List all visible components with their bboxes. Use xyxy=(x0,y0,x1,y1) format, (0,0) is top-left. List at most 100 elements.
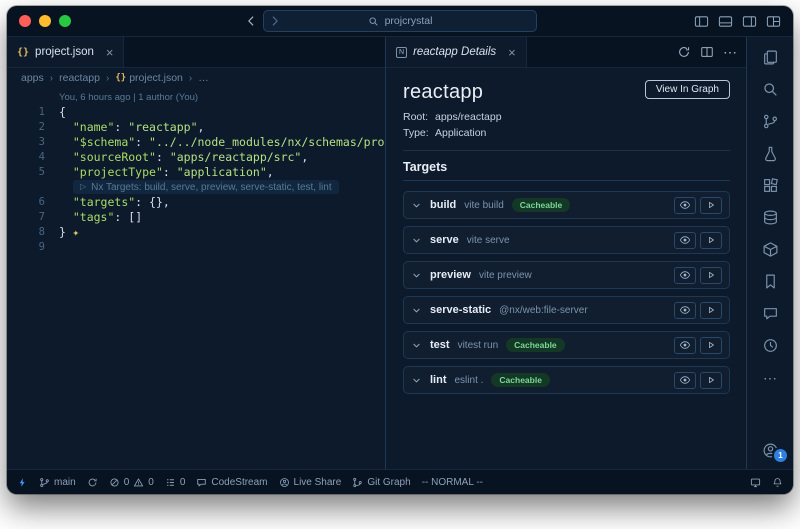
command-center-search[interactable]: projcrystal xyxy=(263,10,537,32)
reveal-target-button[interactable] xyxy=(674,337,696,354)
reveal-target-button[interactable] xyxy=(674,372,696,389)
line-number: 4 xyxy=(15,150,45,165)
target-row-lint[interactable]: linteslint .Cacheable xyxy=(403,366,730,394)
target-row-build[interactable]: buildvite buildCacheable xyxy=(403,191,730,219)
todo-count: 0 xyxy=(180,477,186,488)
source-control-icon[interactable] xyxy=(757,111,783,132)
codelens-blame[interactable]: You, 6 hours ago | 1 author (You) xyxy=(59,91,385,105)
view-in-graph-button[interactable]: View In Graph xyxy=(645,80,730,99)
code-editor[interactable]: You, 6 hours ago | 1 author (You)1{2 "na… xyxy=(7,88,385,469)
toggle-panel-icon[interactable] xyxy=(718,14,733,29)
customize-layout-icon[interactable] xyxy=(766,14,781,29)
split-editor-icon[interactable] xyxy=(700,45,714,59)
hint-text: Nx Targets: build, serve, preview, serve… xyxy=(91,180,331,195)
tab-project-json[interactable]: {} project.json × xyxy=(7,37,124,67)
code-token: "application" xyxy=(177,165,267,179)
run-target-button[interactable] xyxy=(700,302,722,319)
run-target-button[interactable] xyxy=(700,372,722,389)
toggle-secondary-sidebar-icon[interactable] xyxy=(742,14,757,29)
test-flask-icon[interactable] xyxy=(757,143,783,164)
chevron-down-icon[interactable] xyxy=(411,340,422,351)
run-target-button[interactable] xyxy=(700,337,722,354)
run-target-button[interactable] xyxy=(700,197,722,214)
code-line[interactable]: 7 "tags": [] xyxy=(15,210,385,225)
git-graph-status[interactable]: Git Graph xyxy=(352,477,410,488)
history-icon[interactable] xyxy=(757,335,783,356)
target-name: preview xyxy=(430,269,471,281)
bookmarks-icon[interactable] xyxy=(757,271,783,292)
breadcrumb-item[interactable]: … xyxy=(198,72,209,84)
history-nav xyxy=(244,14,282,28)
codestream-status[interactable]: CodeStream xyxy=(196,477,267,488)
zoom-window-button[interactable] xyxy=(59,15,71,27)
window-controls xyxy=(19,15,71,27)
search-icon[interactable] xyxy=(757,79,783,100)
back-button[interactable] xyxy=(244,14,258,28)
code-line[interactable]: 1{ xyxy=(15,105,385,120)
git-branch-status[interactable]: main xyxy=(39,477,76,488)
files-icon[interactable] xyxy=(757,47,783,68)
code-line[interactable]: 5 "projectType": "application", xyxy=(15,165,385,180)
breadcrumb-item[interactable]: reactapp xyxy=(59,72,100,84)
chevron-down-icon[interactable] xyxy=(411,305,422,316)
code-line[interactable]: 8} ✦ xyxy=(15,225,385,240)
close-icon[interactable]: × xyxy=(106,46,114,59)
extensions-icon[interactable] xyxy=(757,175,783,196)
line-number: 7 xyxy=(15,210,45,225)
target-row-serve[interactable]: servevite serve xyxy=(403,226,730,254)
more-icon[interactable]: ⋯ xyxy=(757,367,783,388)
code-line[interactable]: 4 "sourceRoot": "apps/reactapp/src", xyxy=(15,150,385,165)
codestream-icon[interactable] xyxy=(757,303,783,324)
todo-count-status[interactable]: 0 xyxy=(165,477,186,488)
target-command: vitest run xyxy=(458,340,499,351)
more-actions-icon[interactable]: ⋯ xyxy=(723,45,737,59)
code-line[interactable]: 3 "$schema": "../../node_modules/nx/sche… xyxy=(15,135,385,150)
target-actions xyxy=(674,302,722,319)
remote-indicator-icon[interactable] xyxy=(17,477,28,488)
reveal-target-button[interactable] xyxy=(674,267,696,284)
desktop: projcrystal {} project.json × apps › react… xyxy=(0,0,800,529)
status-bar-left: main 0 0 0 CodeStream Live Share xyxy=(17,477,483,488)
cube-icon[interactable] xyxy=(757,239,783,260)
live-share-icon xyxy=(279,477,290,488)
problems-status[interactable]: 0 0 xyxy=(109,477,154,488)
chevron-down-icon[interactable] xyxy=(411,200,422,211)
code-token: : xyxy=(114,120,128,134)
chevron-down-icon[interactable] xyxy=(411,270,422,281)
code-line[interactable]: 6 "targets": {}, xyxy=(15,195,385,210)
live-share-status[interactable]: Live Share xyxy=(279,477,342,488)
target-row-serve-static[interactable]: serve-static@nx/web:file-server xyxy=(403,296,730,324)
minimize-window-button[interactable] xyxy=(39,15,51,27)
sync-status-icon[interactable] xyxy=(87,477,98,488)
nx-targets-hint[interactable]: ▷Nx Targets: build, serve, preview, serv… xyxy=(15,180,385,195)
chevron-down-icon[interactable] xyxy=(411,375,422,386)
code-token: : xyxy=(163,165,177,179)
project-root: Root:apps/reactapp xyxy=(403,110,730,126)
close-window-button[interactable] xyxy=(19,15,31,27)
database-icon[interactable] xyxy=(757,207,783,228)
target-row-preview[interactable]: previewvite preview xyxy=(403,261,730,289)
bell-icon[interactable] xyxy=(772,477,783,488)
reveal-target-button[interactable] xyxy=(674,232,696,249)
reveal-target-button[interactable] xyxy=(674,197,696,214)
toggle-sidebar-icon[interactable] xyxy=(694,14,709,29)
reveal-target-button[interactable] xyxy=(674,302,696,319)
account-icon[interactable]: 1 xyxy=(757,440,783,461)
run-target-button[interactable] xyxy=(700,267,722,284)
refresh-icon[interactable] xyxy=(677,45,691,59)
target-actions xyxy=(674,337,722,354)
close-icon[interactable]: × xyxy=(508,46,516,59)
breadcrumb-item[interactable]: apps xyxy=(21,72,44,84)
json-icon: {} xyxy=(115,73,126,83)
screencast-icon[interactable] xyxy=(750,477,761,488)
breadcrumb-item[interactable]: {}project.json xyxy=(115,72,183,84)
code-line[interactable]: 2 "name": "reactapp", xyxy=(15,120,385,135)
vim-mode[interactable]: -- NORMAL -- xyxy=(422,477,483,488)
run-target-button[interactable] xyxy=(700,232,722,249)
target-row-test[interactable]: testvitest runCacheable xyxy=(403,331,730,359)
forward-button[interactable] xyxy=(268,14,282,28)
chevron-right-icon: › xyxy=(189,73,192,84)
chevron-down-icon[interactable] xyxy=(411,235,422,246)
tab-reactapp-details[interactable]: N reactapp Details × xyxy=(386,37,527,67)
code-line[interactable]: 9 xyxy=(15,240,385,255)
